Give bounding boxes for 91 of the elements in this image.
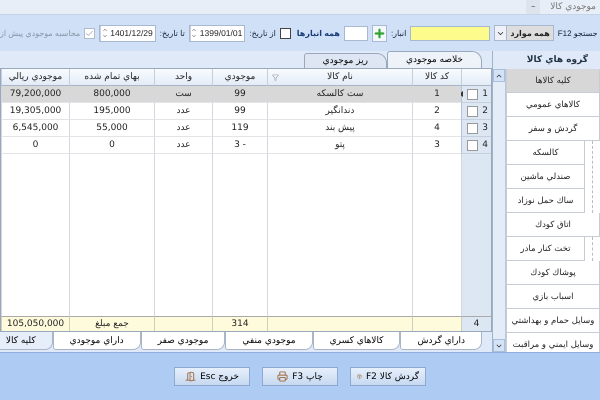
table-cell: 0 [69, 137, 154, 154]
filter-dropdown[interactable]: همه موارد [494, 25, 554, 41]
scroll-down-button[interactable] [493, 339, 505, 352]
tree-item[interactable]: اسباب بازي [506, 285, 600, 309]
table-cell: 0 [1, 137, 69, 154]
column-header[interactable]: كد كالا [412, 69, 461, 86]
tab[interactable]: موجودي صفر [140, 332, 226, 350]
table-cell: 99 [212, 86, 267, 103]
checkbox[interactable] [467, 140, 478, 150]
tree-item[interactable]: پوشاك كودك [506, 261, 600, 285]
table-cell: دندانگير [267, 103, 412, 120]
table-cell: ست [154, 86, 212, 103]
minimize-button[interactable]: – [526, 0, 540, 14]
tree-item[interactable]: اتاق كودك [506, 213, 600, 237]
table-cell: 99 [212, 103, 267, 120]
check-icon [85, 28, 94, 38]
tree-item[interactable]: كالسكه [506, 141, 585, 165]
table-cell: 19,305,000 [1, 103, 69, 120]
tab[interactable]: ريز موجودي [304, 53, 387, 68]
quantity-total: 314 [212, 316, 267, 331]
row-header[interactable]: 1 [461, 86, 491, 103]
table-cell: - 3 [212, 137, 267, 154]
warehouse-field[interactable] [344, 26, 368, 40]
table-cell: 4 [412, 120, 461, 137]
from-date-field[interactable]: 1399/01/01 [188, 24, 246, 42]
table-cell: پتو [267, 137, 412, 154]
table-cell: عدد [154, 120, 212, 137]
tree-item[interactable]: گردش و سفر [506, 117, 600, 141]
tree-item[interactable]: وسايل ايمني و مراقبت [506, 333, 600, 352]
spinner-icon[interactable] [190, 26, 198, 40]
printer-icon [277, 371, 288, 382]
column-header[interactable]: نام كالا [267, 69, 412, 86]
table-cell: عدد [154, 137, 212, 154]
door-icon [185, 371, 196, 382]
spinner-icon[interactable] [100, 26, 108, 40]
table-cell: 2 [412, 103, 461, 120]
tab[interactable]: خلاصه موجودي [387, 51, 482, 68]
tab[interactable]: داراي گردش [400, 332, 482, 350]
tab[interactable]: موجودي منفي [225, 332, 313, 350]
column-header[interactable]: موجودي [212, 69, 267, 86]
to-date-field[interactable]: 1401/12/29 [99, 24, 156, 42]
tab[interactable]: كالاهاي كسري [312, 332, 400, 350]
table-cell: عدد [154, 103, 212, 120]
filter-icon[interactable] [272, 74, 279, 80]
table-cell: پيش بند [267, 120, 412, 137]
search-field[interactable] [410, 26, 490, 40]
tree-item[interactable]: صندلي ماشين [506, 165, 585, 189]
search-label: جستجو F12 [558, 28, 598, 38]
amount-total: 105,050,000 [1, 316, 69, 331]
action-button[interactable]: گردش كالا F2 [350, 367, 426, 386]
tree-item[interactable]: وسايل حمام و بهداشتي [506, 309, 600, 333]
tree-item[interactable]: تخت كنار مادر [506, 237, 585, 261]
tab[interactable]: كليه كالا [0, 332, 53, 350]
table-cell: 1 [412, 86, 461, 103]
panel-title: گروه هاي كالا [526, 53, 589, 67]
add-button[interactable] [372, 24, 387, 42]
warehouse-label: انبار: [390, 28, 406, 38]
window-title: موجودي كالا [550, 2, 596, 12]
table-cell: 6,545,000 [1, 120, 69, 137]
tab[interactable]: داراي موجودي [52, 332, 141, 350]
column-header[interactable]: موجودي ريالي [1, 69, 69, 86]
column-header[interactable]: واحد [154, 69, 212, 86]
table-cell: 195,000 [69, 103, 154, 120]
checkbox[interactable] [467, 88, 478, 100]
tree-item[interactable]: كالاهاي عمومي [506, 93, 600, 117]
tree-item[interactable]: كليه كالاها [506, 69, 600, 93]
all-warehouses-link[interactable]: همه انبارها [296, 28, 340, 38]
table-cell: ست كالسكه [267, 86, 412, 103]
checkbox[interactable] [280, 28, 291, 38]
total-label: جمع مبلغ [69, 316, 154, 331]
box-icon [357, 371, 362, 382]
table-cell: 55,000 [69, 120, 154, 137]
checkbox-label: محاسبه موجودي پيش از [0, 28, 80, 38]
table-cell: 3 [412, 137, 461, 154]
column-header[interactable]: بهاي تمام شده [69, 69, 154, 86]
checkbox[interactable] [467, 122, 478, 134]
scrollbar[interactable] [493, 69, 506, 352]
scroll-up-button[interactable] [493, 69, 505, 82]
row-header[interactable]: 4 [461, 137, 491, 154]
action-button[interactable]: چاپ F3 [262, 367, 338, 386]
row-header[interactable]: 3 [461, 120, 491, 137]
table-cell: 119 [212, 120, 267, 137]
tree-item[interactable]: ساك حمل نوزاد [506, 189, 585, 213]
checkbox[interactable] [467, 106, 478, 116]
to-date-label: تا تاريخ: [160, 28, 185, 38]
action-button[interactable]: خروج Esc [174, 367, 250, 386]
table-cell: 79,200,000 [1, 86, 69, 103]
row-header[interactable]: 2 [461, 103, 491, 120]
row-count: 4 [461, 316, 491, 331]
table-cell: 800,000 [69, 86, 154, 103]
from-date-label: از تاريخ: [249, 28, 276, 38]
